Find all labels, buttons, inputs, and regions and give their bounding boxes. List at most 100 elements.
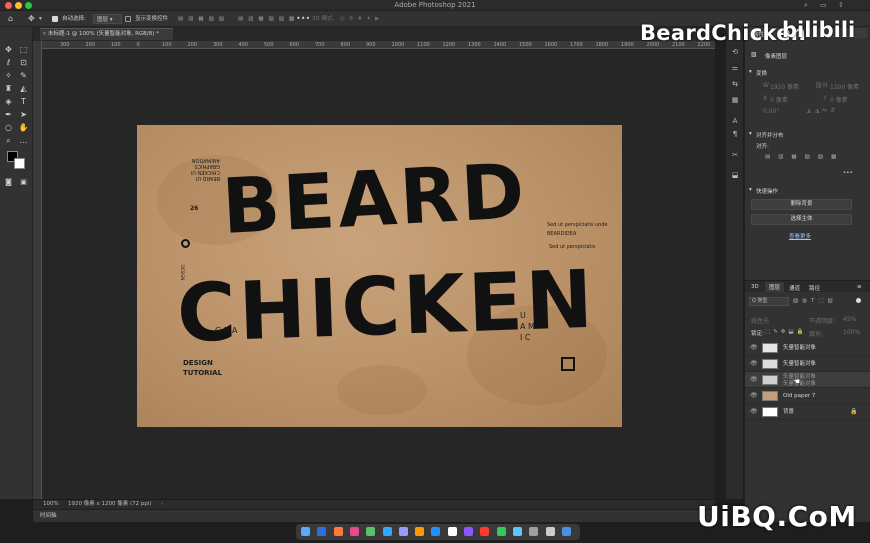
dock-app-icon[interactable] bbox=[496, 527, 506, 536]
eye-icon[interactable]: 👁 bbox=[750, 408, 758, 415]
dock-app-icon[interactable] bbox=[366, 527, 376, 536]
timeline-tab[interactable]: 时间轴 bbox=[40, 510, 57, 522]
filter-type-icons[interactable]: ▧◍T⬚▥ bbox=[793, 298, 837, 304]
align-button-row[interactable]: ▤▥▦▧▨▩ bbox=[765, 154, 844, 160]
lock-icons[interactable]: ⬚✎✥⬓🔒 bbox=[765, 329, 806, 335]
filter-toggle[interactable] bbox=[856, 298, 861, 303]
y-field[interactable]: 0 像素 bbox=[830, 95, 848, 104]
dock-app-icon[interactable] bbox=[512, 527, 522, 536]
learn-more-link[interactable]: 查看更多 bbox=[789, 232, 811, 240]
blend-mode-dropdown[interactable]: 线性光 bbox=[751, 316, 769, 325]
align-expander-icon[interactable]: ▾ bbox=[749, 131, 752, 137]
dock-app-icon[interactable] bbox=[447, 527, 457, 536]
3d-mode-icons[interactable]: ◎✣❖✦▶ bbox=[340, 14, 383, 24]
distribute-buttons[interactable]: ▤▥▦▧▨▩ bbox=[238, 14, 299, 24]
adjustments-icon[interactable]: ⚌ bbox=[726, 64, 744, 76]
dock-app-icon[interactable] bbox=[301, 527, 310, 536]
type-tool-icon[interactable]: T bbox=[18, 96, 29, 107]
tab-paths[interactable]: 路径 bbox=[809, 284, 820, 292]
hand-tool-icon[interactable]: ✋ bbox=[18, 122, 29, 133]
layer-row[interactable]: 👁 矢量智能对象 bbox=[745, 340, 870, 356]
history-icon[interactable]: ⟲ bbox=[726, 48, 744, 60]
more-align-icon[interactable]: ••• bbox=[843, 170, 853, 176]
pen-tool-icon[interactable]: ✒ bbox=[3, 109, 14, 120]
dock-app-icon[interactable] bbox=[382, 527, 392, 536]
tab-layers[interactable]: 图层 bbox=[765, 282, 785, 292]
dock-app-icon[interactable] bbox=[480, 527, 490, 536]
paragraph-icon[interactable]: ¶ bbox=[726, 130, 744, 142]
layer-row[interactable]: 👁 背景 🔒 bbox=[745, 404, 870, 420]
flip-icons[interactable]: ◭◮⇋⇵ bbox=[807, 107, 838, 114]
select-subject-button[interactable]: 选择主体 bbox=[751, 214, 852, 225]
dock-app-icon[interactable] bbox=[561, 527, 571, 536]
zoom-tool-icon[interactable]: ⌕ bbox=[3, 135, 14, 146]
shape-tool-icon[interactable]: ○ bbox=[3, 122, 14, 133]
bucket-tool-icon[interactable]: ◈ bbox=[3, 96, 14, 107]
angle-field[interactable]: 0.00° bbox=[763, 108, 779, 115]
transform-expander-icon[interactable]: ▾ bbox=[749, 69, 752, 75]
quick-mask-icon[interactable]: ◙ bbox=[3, 177, 14, 188]
crop-tool-icon[interactable]: ⊡ bbox=[18, 57, 29, 68]
background-color-swatch[interactable] bbox=[14, 158, 25, 169]
brush-tool-icon[interactable]: ✎ bbox=[18, 70, 29, 81]
link-icon[interactable]: ⛓ bbox=[815, 82, 823, 89]
layer-row[interactable]: 👁 矢量智能对象 bbox=[745, 356, 870, 372]
path-select-tool-icon[interactable]: ➤ bbox=[18, 109, 29, 120]
document-tab[interactable]: × 未标题-1 @ 100% (矢量智能对象, RGB/8) * bbox=[40, 28, 173, 40]
panel-menu-icon[interactable]: ≡ bbox=[857, 284, 862, 290]
tool-preset-dropdown[interactable]: ▾ bbox=[39, 14, 42, 24]
zoom-level[interactable]: 100% bbox=[43, 500, 59, 509]
auto-select-dropdown[interactable]: 图层 ▾ bbox=[93, 14, 122, 24]
libraries-icon[interactable]: ▦ bbox=[726, 96, 744, 108]
marquee-tool-icon[interactable]: ⬚ bbox=[18, 44, 29, 55]
dock-app-icon[interactable] bbox=[431, 527, 441, 536]
character-icon[interactable]: A bbox=[726, 117, 744, 129]
workspace-icon[interactable]: ▭ bbox=[820, 1, 827, 9]
tab-3d[interactable]: 3D bbox=[751, 284, 759, 290]
tab-channels[interactable]: 通道 bbox=[789, 284, 800, 292]
layer-filter-dropdown[interactable]: Q 类型 bbox=[749, 297, 789, 306]
document-canvas[interactable]: BEARD UI CHICKEN UI GRAPHICS ANIMATION 2… bbox=[137, 125, 622, 427]
fill-field[interactable]: 100% bbox=[843, 329, 860, 336]
dock-app-icon[interactable] bbox=[349, 527, 359, 536]
layer-row[interactable]: 👁 Old paper 7 bbox=[745, 388, 870, 404]
share-icon[interactable]: ⇧ bbox=[838, 1, 844, 9]
export-icon[interactable]: ⬓ bbox=[726, 171, 744, 183]
lasso-tool-icon[interactable]: ℓ bbox=[3, 57, 14, 68]
show-transform-checkbox[interactable] bbox=[125, 14, 131, 24]
layer-comps-icon[interactable]: ⇆ bbox=[726, 80, 744, 92]
document-size[interactable]: 1920 像素 x 1200 像素 (72 ppi) bbox=[68, 500, 152, 509]
dock-app-icon[interactable] bbox=[529, 527, 539, 536]
eye-icon[interactable]: 👁 bbox=[750, 392, 758, 399]
dock-app-icon[interactable] bbox=[415, 527, 425, 536]
quick-actions-expander-icon[interactable]: ▾ bbox=[749, 187, 752, 193]
move-tool-icon[interactable]: ✥ bbox=[3, 44, 14, 55]
w-field[interactable]: 1920 像素 bbox=[770, 82, 799, 91]
dock-app-icon[interactable] bbox=[398, 527, 408, 536]
remove-background-button[interactable]: 删除背景 bbox=[751, 199, 852, 210]
status-menu-icon[interactable]: › bbox=[161, 500, 163, 509]
magic-wand-tool-icon[interactable]: ✧ bbox=[3, 70, 14, 81]
dock-app-icon[interactable] bbox=[545, 527, 555, 536]
eraser-tool-icon[interactable]: ◭ bbox=[18, 83, 29, 94]
dock-app-icon[interactable] bbox=[317, 527, 327, 536]
eye-icon[interactable]: 👁 bbox=[750, 376, 758, 383]
dock-app-icon[interactable] bbox=[464, 527, 473, 536]
screen-mode-icon[interactable]: ▣ bbox=[18, 177, 29, 188]
tools-icon[interactable]: ✂ bbox=[726, 151, 744, 163]
eye-icon[interactable]: 👁 bbox=[750, 360, 758, 367]
document-tab-close-icon[interactable]: × bbox=[42, 29, 47, 40]
align-buttons[interactable]: ▤▥▦▧▨ bbox=[178, 14, 229, 24]
more-options-icon[interactable]: ••• bbox=[296, 14, 310, 24]
eye-icon[interactable]: 👁 bbox=[750, 344, 758, 351]
h-field[interactable]: 1200 像素 bbox=[830, 82, 859, 91]
auto-select-checkbox[interactable] bbox=[52, 14, 58, 24]
x-field[interactable]: 0 像素 bbox=[770, 95, 788, 104]
home-icon[interactable]: ⌂ bbox=[8, 14, 13, 24]
layer-row-dragging[interactable]: 👁 矢量智能对象 矢量智能对象 ☚ bbox=[745, 372, 870, 388]
more-tools-icon[interactable]: … bbox=[18, 135, 29, 146]
opacity-field[interactable]: 45% bbox=[843, 316, 856, 323]
dock-app-icon[interactable] bbox=[333, 527, 343, 536]
stamp-tool-icon[interactable]: ♜ bbox=[3, 83, 14, 94]
move-tool-icon[interactable]: ✥ bbox=[28, 14, 35, 24]
